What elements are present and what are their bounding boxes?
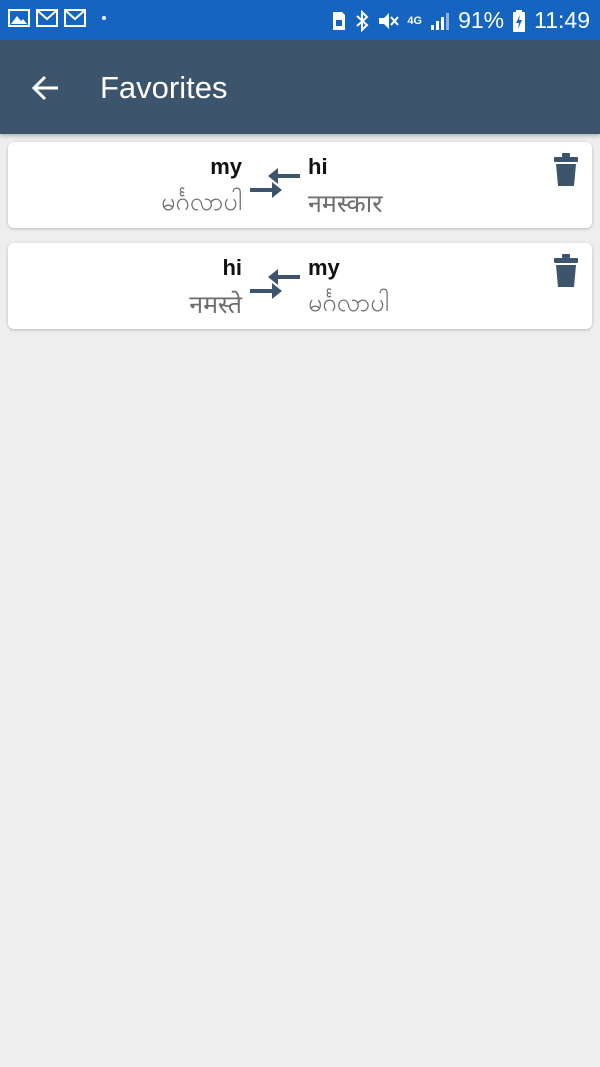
battery-percent: 91% (458, 7, 505, 33)
source-language: my (210, 154, 242, 179)
system-icons: 4G 91% 11:49 (331, 7, 590, 34)
arrow-back-icon[interactable] (30, 72, 62, 104)
target-language: hi (308, 154, 328, 179)
notification-icons (8, 8, 106, 28)
sim-icon (333, 11, 346, 30)
page-title: Favorites (100, 70, 228, 105)
gmail-icon (36, 9, 58, 27)
mute-icon (379, 12, 400, 29)
favorite-card[interactable]: my မင်္ဂလာပါ hi नमस्कार (8, 142, 592, 228)
network-type: 4G (407, 14, 423, 27)
bluetooth-icon (356, 9, 369, 32)
favorite-card[interactable]: hi नमस्ते my မင်္ဂလာပါ (8, 243, 592, 329)
target-language: my (308, 255, 340, 280)
gmail-icon (64, 9, 86, 27)
source-text: မင်္ဂလာပါ (161, 188, 242, 216)
source-language: hi (222, 255, 242, 280)
more-notifications-dot (102, 16, 106, 20)
battery-icon (513, 9, 526, 32)
gallery-icon (8, 9, 30, 27)
delete-icon[interactable] (553, 152, 579, 188)
swap-arrows-icon (250, 168, 300, 198)
signal-icon (431, 12, 450, 30)
target-text: မင်္ဂလာပါ (308, 289, 389, 317)
app-bar: Favorites (0, 40, 600, 134)
source-text: नमस्ते (189, 291, 242, 319)
clock: 11:49 (534, 7, 590, 33)
swap-arrows-icon (250, 269, 300, 299)
delete-icon[interactable] (553, 253, 579, 289)
target-text: नमस्कार (308, 190, 383, 218)
status-bar: 4G 91% 11:49 (0, 0, 600, 40)
